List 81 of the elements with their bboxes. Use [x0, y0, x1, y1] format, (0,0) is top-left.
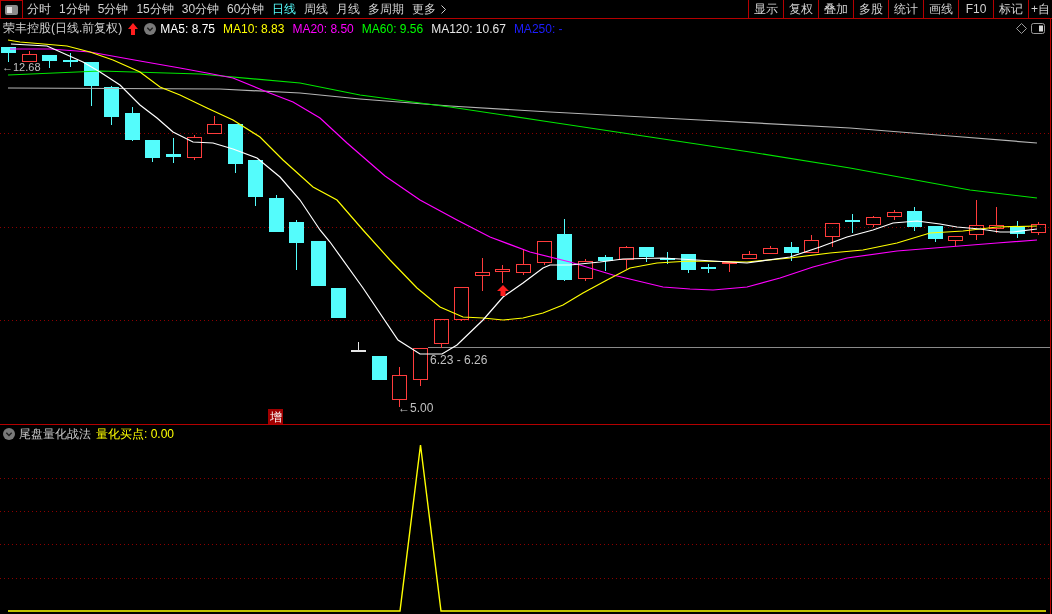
bearish-candlestick	[907, 206, 922, 232]
period-tab[interactable]: 更多	[408, 0, 451, 18]
bullish-candlestick	[742, 250, 757, 259]
bearish-candlestick	[104, 85, 119, 126]
indicator-title: 尾盘量化战法	[19, 425, 91, 443]
bearish-candlestick	[701, 263, 716, 274]
period-tab[interactable]: 30分钟	[177, 0, 224, 18]
sidebar-toggle-button[interactable]	[0, 0, 23, 18]
bullish-candlestick	[887, 209, 902, 221]
period-tab[interactable]: 15分钟	[132, 0, 178, 18]
bullish-candlestick	[413, 348, 428, 387]
panel-icon[interactable]	[1031, 23, 1045, 34]
doji-candlestick	[351, 341, 366, 352]
bullish-candlestick	[619, 245, 634, 270]
bearish-candlestick	[372, 355, 387, 381]
bearish-candlestick	[598, 254, 613, 272]
bullish-candlestick	[22, 50, 37, 62]
bullish-candlestick	[804, 234, 819, 253]
bullish-candlestick	[516, 249, 531, 276]
bearish-candlestick	[63, 52, 78, 68]
bearish-candlestick	[228, 123, 243, 174]
up-arrow-icon	[497, 285, 509, 296]
chevron-down-icon[interactable]	[3, 428, 15, 440]
bearish-candlestick	[125, 106, 140, 142]
bullish-candlestick	[578, 258, 593, 282]
bullish-candlestick	[537, 241, 552, 266]
panel-icon	[5, 4, 18, 15]
legend-item: MA250: -	[513, 21, 563, 36]
period-tab[interactable]: 多周期	[364, 0, 409, 18]
bullish-candlestick	[187, 134, 202, 161]
bearish-candlestick	[681, 253, 696, 274]
indicator-reading: 量化买点: 0.00	[96, 425, 175, 443]
high-price-label: ←12.68	[2, 61, 41, 73]
bearish-candlestick	[145, 139, 160, 163]
period-tab[interactable]: 日线	[268, 0, 301, 18]
bearish-candlestick	[311, 240, 326, 287]
chevron-down-icon[interactable]	[144, 22, 157, 35]
bullish-candlestick	[866, 215, 881, 228]
bearish-candlestick	[557, 218, 572, 282]
bullish-candlestick	[475, 257, 490, 292]
bearish-candlestick	[1, 46, 16, 63]
bearish-candlestick	[269, 194, 284, 233]
bearish-candlestick	[42, 54, 57, 69]
legend-item: MA5: 8.75	[160, 21, 216, 36]
bearish-candlestick	[84, 61, 99, 107]
chart-title: 荣丰控股(日线.前复权)	[3, 20, 123, 37]
legend-item: MA60: 9.56	[361, 21, 424, 36]
bullish-candlestick	[1031, 221, 1046, 236]
bearish-candlestick	[248, 159, 263, 207]
period-tab[interactable]: 分时	[23, 0, 55, 18]
bullish-candlestick	[722, 262, 737, 273]
period-tab[interactable]: 周线	[300, 0, 333, 18]
bearish-candlestick	[1010, 220, 1025, 239]
bearish-candlestick	[289, 219, 304, 271]
bullish-candlestick	[763, 245, 778, 254]
diamond-icon[interactable]	[1016, 23, 1027, 34]
status-badge: 增	[268, 409, 283, 424]
bullish-candlestick	[948, 236, 963, 247]
legend-item: MA20: 8.50	[292, 21, 354, 36]
bearish-candlestick	[845, 213, 860, 234]
period-tab[interactable]: 5分钟	[93, 0, 133, 18]
bearish-candlestick	[784, 241, 799, 262]
period-tab[interactable]: 60分钟	[223, 0, 269, 18]
up-arrow-icon	[128, 22, 139, 35]
period-tab[interactable]: 1分钟	[55, 0, 94, 18]
legend-item: MA120: 10.67	[431, 21, 506, 36]
low-price-label: ←5.00	[398, 401, 434, 415]
bullish-candlestick	[825, 223, 840, 248]
bearish-candlestick	[331, 287, 346, 319]
bullish-candlestick	[989, 206, 1004, 234]
bullish-candlestick	[969, 199, 984, 241]
bullish-candlestick	[207, 115, 222, 134]
price-range-label: 6.23 - 6.26	[430, 353, 488, 367]
period-tab[interactable]: 月线	[332, 0, 365, 18]
bearish-candlestick	[660, 251, 675, 265]
bearish-candlestick	[639, 246, 654, 263]
bullish-candlestick	[454, 287, 469, 322]
bullish-candlestick	[495, 264, 510, 284]
bearish-candlestick	[166, 137, 181, 164]
bullish-candlestick	[434, 319, 449, 349]
legend-item: MA10: 8.83	[223, 21, 285, 36]
